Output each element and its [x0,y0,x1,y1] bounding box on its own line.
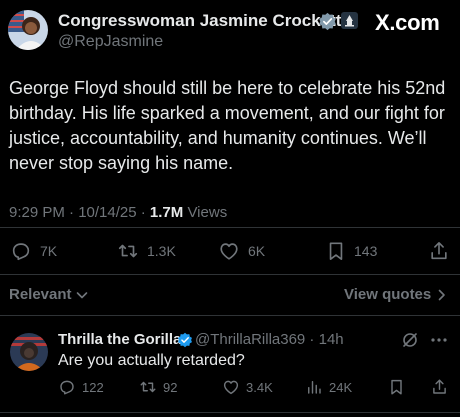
share-icon [433,379,446,394]
reply-like-count: 3.4K [246,379,273,395]
divider [0,274,460,275]
repost-count: 1.3K [147,243,176,259]
tweet-text: George Floyd should still be here to cel… [9,78,446,173]
heart-icon [223,380,239,395]
repost-button[interactable]: 1.3K [117,240,176,262]
reply-repost-count: 92 [163,379,178,395]
chevron-down-icon [76,291,87,298]
author-avatar[interactable] [8,10,48,50]
reply-like-button[interactable]: 3.4K [222,377,273,397]
more-icon [431,338,447,342]
bookmark-button[interactable]: 143 [326,240,377,262]
view-quotes-link[interactable]: View quotes [344,286,448,303]
divider [0,227,460,228]
reply-icon [12,243,30,261]
heart-icon [220,243,238,260]
share-button[interactable] [429,240,449,262]
tweet-meta: 9:29 PM · 10/14/25 · 1.7M Views [9,204,227,221]
reply-reply-button[interactable]: 122 [58,377,104,397]
reply-text: Are you actually retarded? [58,352,245,369]
views-chart-icon [308,381,321,394]
reply-author-name[interactable]: Thrilla the Gorilla [58,331,181,348]
author-handle[interactable]: @RepJasmine [58,33,163,51]
repost-icon [118,244,138,258]
reply-button[interactable]: 7K [10,240,57,262]
like-count: 6K [248,243,266,259]
capitol-icon [341,12,358,29]
repost-icon [140,381,156,393]
reply-author-handle[interactable]: @ThrillaRilla369 · 14h [195,331,344,348]
views-count: 1.7M [149,204,184,221]
sort-label: Relevant [9,286,72,303]
reply-repost-button[interactable]: 92 [139,377,177,397]
reply-views-button[interactable]: 24K [305,377,352,397]
grok-icon [403,333,417,347]
like-button[interactable]: 6K [218,240,265,262]
reply-count: 7K [40,243,58,259]
divider [0,315,460,316]
reply-reply-count: 122 [82,379,104,395]
chevron-right-icon [438,289,446,300]
more-options-button[interactable] [430,331,448,349]
bookmark-count: 143 [354,243,378,259]
reply-bookmark-button[interactable] [388,377,405,397]
reply-author-avatar[interactable] [10,333,48,371]
divider [0,412,460,413]
views-label: Views [183,204,228,221]
bookmark-icon [329,242,343,260]
verified-gov-badge-icon [318,12,337,31]
bookmark-icon [391,379,402,395]
x-watermark: X.com [375,10,440,35]
verified-badge-icon [177,332,193,348]
view-quotes-label: View quotes [344,286,432,303]
reply-icon [60,380,74,395]
reply-views-count: 24K [329,379,353,395]
share-icon [431,242,447,260]
grok-button[interactable] [401,331,419,349]
reply-author-name-text: Thrilla the Gorilla [58,331,182,348]
sort-relevant-button[interactable]: Relevant [9,286,89,303]
author-name[interactable]: Congresswoman Jasmine Crockett [58,11,341,31]
tweet-timestamp[interactable]: 9:29 PM · 10/14/25 · [9,204,150,221]
reply-share-button[interactable] [431,377,448,397]
